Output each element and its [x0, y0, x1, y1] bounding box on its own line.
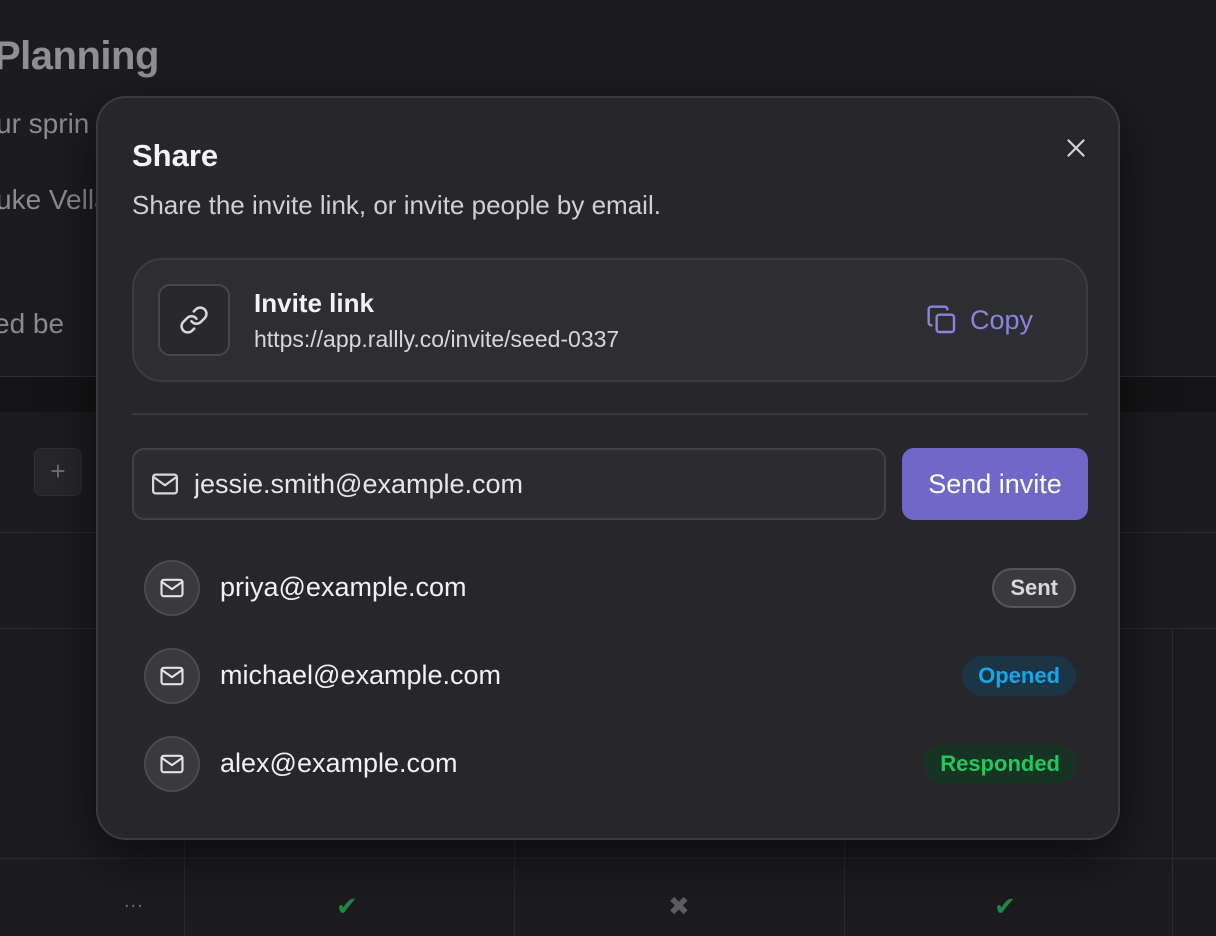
check-icon: ✔ — [336, 891, 358, 921]
table-column-divider — [844, 840, 845, 936]
table-column-divider — [1172, 628, 1173, 936]
status-badge: Responded — [924, 744, 1076, 784]
avatar — [144, 648, 200, 704]
page: Planning ur sprin uke Vella ed be + ... … — [0, 0, 1216, 936]
copy-button[interactable]: Copy — [926, 300, 1033, 340]
invite-link-url: https://app.rallly.co/invite/seed-0337 — [254, 326, 620, 352]
add-participant-button[interactable]: + — [34, 448, 82, 496]
copy-icon — [927, 305, 956, 334]
status-badge: Sent — [992, 568, 1076, 608]
dialog-subtitle: Share the invite link, or invite people … — [132, 190, 661, 220]
mail-icon — [160, 666, 184, 686]
divider — [132, 413, 1088, 415]
invite-email: alex@example.com — [220, 748, 458, 778]
invite-link-label: Invite link — [254, 288, 374, 318]
table-divider — [0, 858, 1216, 859]
send-invite-button[interactable]: Send invite — [902, 448, 1088, 520]
share-dialog: Share Share the invite link, or invite p… — [96, 96, 1120, 840]
page-note: ed be — [0, 308, 65, 339]
close-button[interactable] — [1054, 126, 1098, 170]
link-icon — [180, 306, 208, 334]
invite-link-card: Invite link https://app.rallly.co/invite… — [132, 258, 1088, 382]
close-icon — [1067, 139, 1085, 157]
avatar — [144, 560, 200, 616]
invite-list-item: michael@example.com Opened — [144, 648, 1076, 704]
link-icon-box — [158, 284, 230, 356]
page-author: uke Vella — [0, 184, 110, 215]
mail-icon — [160, 578, 184, 598]
page-description: ur sprin — [0, 108, 90, 139]
table-column-divider — [514, 840, 515, 936]
more-options-icon[interactable]: ... — [124, 890, 144, 913]
check-icon: ✔ — [994, 891, 1016, 921]
invite-email: michael@example.com — [220, 660, 502, 690]
cross-icon: ✖ — [668, 891, 690, 921]
table-column-divider — [184, 840, 185, 936]
page-title: Planning — [0, 34, 159, 78]
mail-icon — [152, 473, 178, 495]
mail-icon — [160, 754, 184, 774]
status-badge: Opened — [962, 656, 1076, 696]
invite-list-item: priya@example.com Sent — [144, 560, 1076, 616]
dialog-title: Share — [132, 138, 219, 173]
invite-email: priya@example.com — [220, 572, 467, 602]
avatar — [144, 736, 200, 792]
email-field[interactable] — [132, 448, 886, 520]
invite-list-item: alex@example.com Responded — [144, 736, 1076, 792]
copy-label: Copy — [970, 304, 1034, 335]
email-input[interactable] — [194, 468, 874, 500]
